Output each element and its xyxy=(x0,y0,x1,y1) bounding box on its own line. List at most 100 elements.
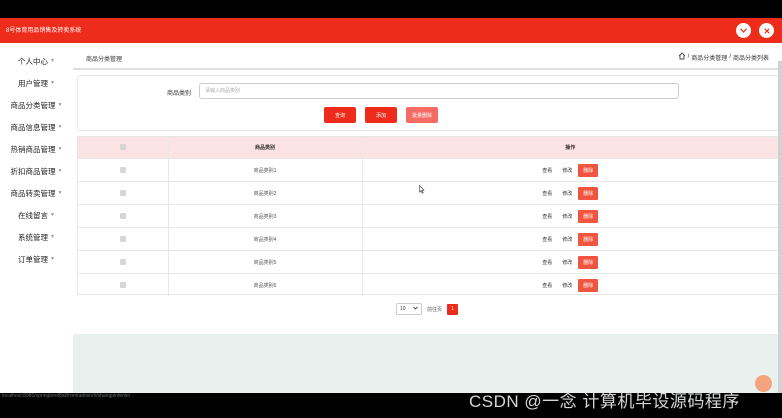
edit-link[interactable]: 修改 xyxy=(562,213,572,220)
search-input[interactable] xyxy=(199,83,679,99)
close-icon xyxy=(763,27,770,34)
query-button[interactable]: 查询 xyxy=(324,107,356,123)
sidebar-item-label: 在线留言 xyxy=(18,210,49,220)
main-content: 商品分类管理 / 商品分类管理 / 商品分类列表 商品类别 查询 添加 批量删除 xyxy=(73,43,782,393)
category-cell: 商品类别4 xyxy=(168,227,363,251)
sidebar-item-resale[interactable]: 商品转卖管理 ▼ xyxy=(0,186,73,200)
mouse-cursor-icon xyxy=(419,181,425,199)
status-url: localhost:8080/springboot8id/front/admin… xyxy=(2,393,130,399)
breadcrumb: / 商品分类管理 / 商品分类列表 xyxy=(678,52,769,62)
sidebar-item-category[interactable]: 商品分类管理 ▼ xyxy=(0,98,73,112)
category-cell: 商品类别5 xyxy=(168,250,363,274)
home-icon[interactable] xyxy=(678,52,686,62)
edit-link[interactable]: 修改 xyxy=(562,259,572,266)
breadcrumb-separator: / xyxy=(687,54,690,60)
row-checkbox[interactable] xyxy=(119,281,126,288)
row-checkbox[interactable] xyxy=(119,258,126,265)
view-link[interactable]: 查看 xyxy=(542,167,552,174)
column-header: 商品类别 xyxy=(168,137,363,159)
logout-button[interactable] xyxy=(759,23,774,38)
sidebar-item-label: 个人中心 xyxy=(18,56,49,66)
edit-link[interactable]: 修改 xyxy=(562,282,572,289)
batch-delete-button[interactable]: 批量删除 xyxy=(406,107,438,123)
delete-button[interactable]: 删除 xyxy=(578,209,599,223)
chevron-down-icon: ▼ xyxy=(50,234,55,240)
chevron-down-icon: ▼ xyxy=(57,146,63,152)
view-link[interactable]: 查看 xyxy=(542,236,552,243)
data-table: 商品类别 操作 商品类别1 查看 修改 删除 商品类别2 查看 修改 删除 商品… xyxy=(77,136,779,296)
edit-link[interactable]: 修改 xyxy=(562,236,572,243)
view-link[interactable]: 查看 xyxy=(542,259,552,266)
select-all-cell xyxy=(78,137,169,159)
chevron-down-icon: ▼ xyxy=(50,80,55,86)
page-number-current[interactable]: 1 xyxy=(447,303,459,315)
table-row: 商品类别3 查看 修改 删除 xyxy=(78,204,778,228)
footer-band xyxy=(73,334,782,393)
row-checkbox[interactable] xyxy=(119,212,126,219)
breadcrumb-item: 商品分类列表 xyxy=(732,55,769,62)
sidebar-item-discount[interactable]: 折扣商品管理 ▼ xyxy=(0,164,73,178)
page-size-select[interactable]: 10 xyxy=(396,303,422,315)
sidebar-item-profile[interactable]: 个人中心 ▼ xyxy=(0,54,73,68)
row-checkbox[interactable] xyxy=(119,235,126,242)
collapse-button[interactable] xyxy=(736,23,751,38)
edit-link[interactable]: 修改 xyxy=(562,190,572,197)
column-header: 操作 xyxy=(362,137,778,159)
sidebar-item-label: 折扣商品管理 xyxy=(10,166,56,176)
table-row: 商品类别1 查看 修改 删除 xyxy=(78,158,778,182)
delete-button[interactable]: 删除 xyxy=(578,186,599,200)
breadcrumb-bar: 商品分类管理 / 商品分类管理 / 商品分类列表 xyxy=(73,43,782,70)
sidebar-item-label: 订单管理 xyxy=(18,254,49,264)
pagination: 10 前往页 1 xyxy=(396,303,459,315)
sidebar-item-messages[interactable]: 在线留言 ▼ xyxy=(0,208,73,222)
page-scrollbar[interactable] xyxy=(778,61,782,393)
view-link[interactable]: 查看 xyxy=(542,282,552,289)
sidebar-item-label: 系统管理 xyxy=(18,232,49,242)
table-row: 商品类别2 查看 修改 删除 xyxy=(78,181,778,205)
sidebar-item-users[interactable]: 用户管理 ▼ xyxy=(0,76,73,90)
sidebar-item-label: 用户管理 xyxy=(18,78,49,88)
sidebar-item-label: 商品分类管理 xyxy=(10,100,56,110)
app-title: 8号体育用品销售及转卖系统 xyxy=(6,28,82,34)
chevron-down-icon: ▼ xyxy=(57,190,63,196)
chevron-down-icon: ▼ xyxy=(50,212,55,218)
page-title: 商品分类管理 xyxy=(86,57,123,63)
chevron-down-icon: ▼ xyxy=(50,58,55,64)
floating-action-button[interactable] xyxy=(755,375,772,392)
row-checkbox[interactable] xyxy=(119,189,126,196)
chevron-down-icon: ▼ xyxy=(57,168,63,174)
delete-button[interactable]: 删除 xyxy=(578,163,599,177)
table-row: 商品类别6 查看 修改 删除 xyxy=(78,273,778,296)
goto-label: 前往页 xyxy=(427,306,443,313)
view-link[interactable]: 查看 xyxy=(542,190,552,197)
sidebar-item-orders[interactable]: 订单管理 ▼ xyxy=(0,252,73,266)
sidebar-item-system[interactable]: 系统管理 ▼ xyxy=(0,230,73,244)
search-label: 商品类别 xyxy=(167,91,192,97)
chevron-down-icon xyxy=(740,28,747,33)
sidebar-item-label: 商品信息管理 xyxy=(10,122,56,132)
sidebar-item-product-info[interactable]: 商品信息管理 ▼ xyxy=(0,120,73,134)
edit-link[interactable]: 修改 xyxy=(562,167,572,174)
chevron-down-icon: ▼ xyxy=(57,124,63,130)
category-cell: 商品类别3 xyxy=(168,204,363,228)
breadcrumb-item[interactable]: 商品分类管理 xyxy=(691,53,727,62)
delete-button[interactable]: 删除 xyxy=(578,278,599,292)
search-panel: 商品类别 查询 添加 批量删除 xyxy=(77,75,779,131)
add-button[interactable]: 添加 xyxy=(365,107,397,123)
table-row: 商品类别4 查看 修改 删除 xyxy=(78,227,778,251)
chevron-down-icon xyxy=(413,306,418,312)
admin-app: 8号体育用品销售及转卖系统 个人中心 ▼ 用户管理 ▼ 商品分类管理 ▼ 商品信息管理… xyxy=(0,18,782,393)
view-link[interactable]: 查看 xyxy=(542,213,552,220)
sidebar-menu: 个人中心 ▼ 用户管理 ▼ 商品分类管理 ▼ 商品信息管理 ▼ 热销商品管理 ▼ 折扣商品… xyxy=(0,43,73,393)
row-checkbox[interactable] xyxy=(119,166,126,173)
sidebar-item-hot-products[interactable]: 热销商品管理 ▼ xyxy=(0,142,73,156)
sidebar-item-label: 商品转卖管理 xyxy=(10,188,56,198)
select-all-checkbox[interactable] xyxy=(119,144,126,151)
delete-button[interactable]: 删除 xyxy=(578,232,599,246)
category-cell: 商品类别1 xyxy=(168,158,363,182)
page-size-value: 10 xyxy=(400,306,406,312)
breadcrumb-separator: / xyxy=(729,54,731,60)
table-header-row: 商品类别 操作 xyxy=(78,137,778,159)
delete-button[interactable]: 删除 xyxy=(578,255,599,269)
category-cell: 商品类别6 xyxy=(168,273,363,296)
